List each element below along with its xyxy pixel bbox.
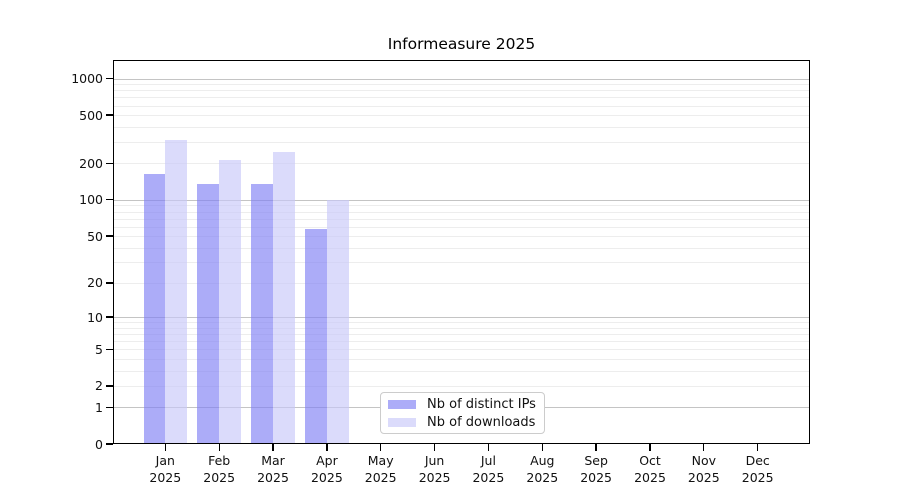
y-tick-label-50: 50 <box>25 228 103 245</box>
y-tick-label-1: 1 <box>25 399 103 416</box>
y-tick-label-5: 5 <box>25 341 103 358</box>
x-tickmark-jan <box>165 444 166 451</box>
legend-swatch-downloads <box>388 418 416 427</box>
y-tickmark-10 <box>106 316 113 317</box>
x-tickmark-aug <box>542 444 543 451</box>
legend-item-downloads: Nb of downloads <box>388 416 544 429</box>
x-tickmark-nov <box>703 444 704 451</box>
y-tick-label-20: 20 <box>25 274 103 291</box>
y-tick-label-10: 10 <box>25 309 103 326</box>
y-tickmark-200 <box>106 163 113 164</box>
x-tick-label-dec: Dec 2025 <box>726 452 790 486</box>
y-tick-label-0: 0 <box>25 436 103 453</box>
y-tick-label-500: 500 <box>25 107 103 124</box>
y-tick-label-1000: 1000 <box>25 70 103 87</box>
x-tickmark-mar <box>272 444 273 451</box>
x-tickmark-oct <box>649 444 650 451</box>
y-tick-label-2: 2 <box>25 377 103 394</box>
y-tickmark-2 <box>106 385 113 386</box>
y-tickmark-1000 <box>106 78 113 79</box>
plot-border <box>113 60 810 444</box>
x-tickmark-jun <box>434 444 435 451</box>
y-tickmark-20 <box>106 282 113 283</box>
legend: Nb of distinct IPs Nb of downloads <box>380 392 545 434</box>
x-tickmark-feb <box>219 444 220 451</box>
y-tickmark-500 <box>106 114 113 115</box>
x-tickmark-jul <box>488 444 489 451</box>
y-tickmark-0 <box>106 443 113 444</box>
legend-label-distinct-ips: Nb of distinct IPs <box>427 398 536 411</box>
legend-label-downloads: Nb of downloads <box>427 416 535 429</box>
y-tick-label-200: 200 <box>25 155 103 172</box>
y-tick-label-100: 100 <box>25 191 103 208</box>
figure: Informeasure 2025 0125102050100200500100… <box>0 0 900 500</box>
y-tickmark-5 <box>106 349 113 350</box>
y-tickmark-1 <box>106 407 113 408</box>
legend-swatch-distinct-ips <box>388 400 416 409</box>
y-tickmark-100 <box>106 199 113 200</box>
y-tickmark-50 <box>106 235 113 236</box>
x-tickmark-dec <box>757 444 758 451</box>
x-tickmark-may <box>380 444 381 451</box>
x-tickmark-sep <box>595 444 596 451</box>
legend-item-distinct-ips: Nb of distinct IPs <box>388 398 544 411</box>
x-tickmark-apr <box>326 444 327 451</box>
